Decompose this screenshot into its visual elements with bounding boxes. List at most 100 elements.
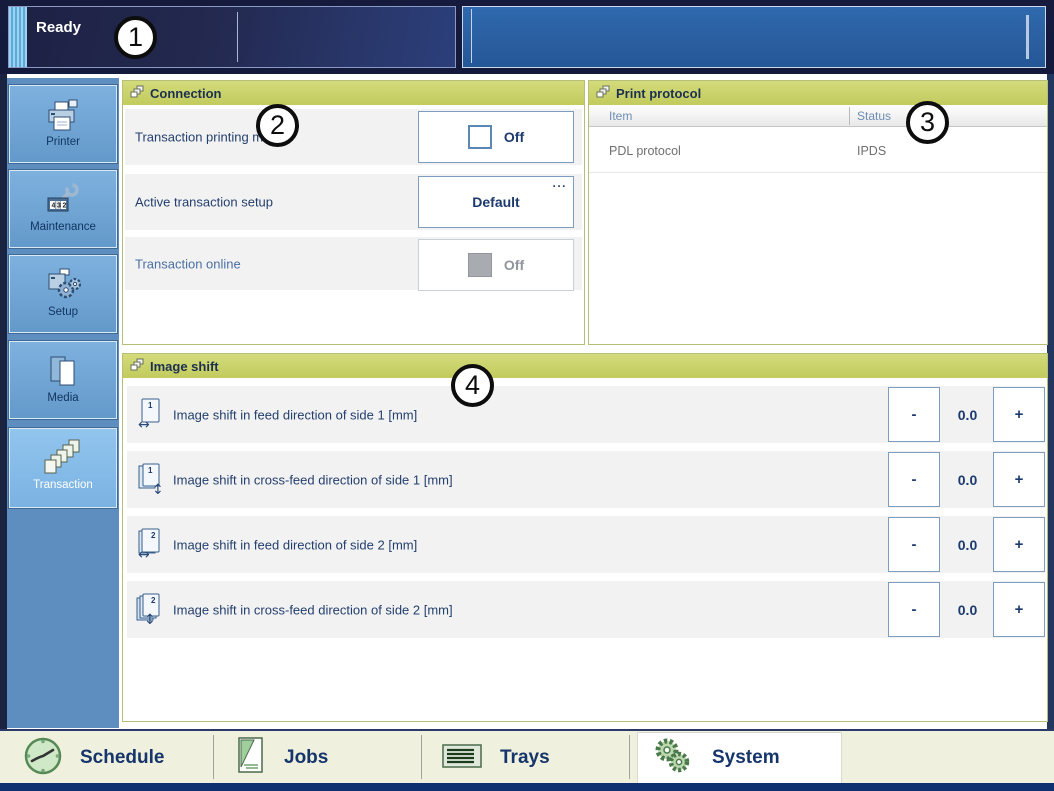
- button-value-label: Default: [472, 194, 520, 210]
- print-protocol-panel-header: Print protocol: [589, 81, 1047, 105]
- image-shift-label: Image shift in cross-feed direction of s…: [173, 472, 453, 487]
- table-column-header: Item Status: [589, 105, 1047, 127]
- status-panel[interactable]: Ready: [8, 6, 456, 68]
- maintenance-icon: 4 3 2: [9, 170, 117, 218]
- secondary-panel-divider-left: [471, 9, 472, 63]
- shift-value: 0.0: [957, 406, 978, 423]
- top-status-bar: Ready: [0, 0, 1054, 74]
- svg-text:↔: ↔: [138, 417, 150, 432]
- setting-label: Transaction online: [135, 256, 241, 271]
- callout-3: 3: [906, 101, 949, 144]
- active-transaction-setup-button[interactable]: ... Default: [418, 176, 574, 228]
- ellipsis-more-indicator: ...: [552, 176, 567, 190]
- shift-crossfeed-side2-icon: 2 ↕: [135, 593, 165, 632]
- image-shift-label: Image shift in cross-feed direction of s…: [173, 602, 453, 617]
- image-shift-row: 1 ↔ Image shift in feed direction of sid…: [127, 386, 1045, 443]
- decrease-button[interactable]: -: [888, 387, 940, 442]
- callout-2: 2: [256, 104, 299, 147]
- decrease-button[interactable]: -: [888, 517, 940, 572]
- window-frame-right: [1047, 74, 1054, 791]
- tab-separator: [629, 735, 630, 779]
- svg-text:1: 1: [148, 466, 153, 475]
- window-frame-bottom: [0, 783, 1054, 791]
- shift-value: 0.0: [957, 471, 978, 488]
- image-shift-row: 2 ↔ Image shift in feed direction of sid…: [127, 516, 1045, 573]
- tab-label: Jobs: [284, 747, 329, 768]
- increase-button[interactable]: +: [993, 452, 1045, 507]
- tab-label: Trays: [500, 747, 550, 768]
- schedule-clock-icon: [22, 735, 64, 782]
- status-accent-stripe: [9, 7, 27, 67]
- cascade-pages-icon: [596, 85, 610, 101]
- indicator-square: [467, 253, 492, 277]
- printer-icon: [9, 85, 117, 133]
- checkbox-unchecked[interactable]: [467, 125, 492, 149]
- sidebar-item-label: Maintenance: [30, 221, 96, 233]
- row-item-value: PDL protocol: [609, 144, 681, 158]
- sidebar-item-maintenance[interactable]: 4 3 2 Maintenance: [8, 169, 118, 249]
- toggle-state-label: Off: [503, 129, 525, 145]
- sidebar-item-printer[interactable]: Printer: [8, 84, 118, 164]
- sidebar-item-label: Media: [47, 392, 79, 404]
- svg-text:2: 2: [151, 596, 156, 605]
- sidebar: Printer 4 3 2 Maintenance Setup Media Tr…: [7, 78, 119, 728]
- increase-button[interactable]: +: [993, 582, 1045, 637]
- tab-system[interactable]: System: [637, 732, 842, 783]
- sidebar-item-media[interactable]: Media: [8, 340, 118, 420]
- column-status: Status: [857, 109, 892, 123]
- window-frame-left: [0, 74, 7, 791]
- panel-title: Connection: [150, 85, 222, 101]
- decrease-button[interactable]: -: [888, 582, 940, 637]
- setting-row: Transaction printing mode Off: [125, 109, 582, 165]
- app-window: Ready Printer 4 3 2 Maintenance Setup Me…: [0, 0, 1054, 791]
- svg-text:2: 2: [151, 531, 156, 540]
- status-panel-divider: [237, 12, 238, 62]
- sidebar-item-label: Transaction: [33, 479, 93, 491]
- row-status-value: IPDS: [857, 144, 887, 158]
- bottom-tab-bar: Schedule Jobs Trays System: [0, 729, 1054, 783]
- transaction-icon: [9, 428, 117, 476]
- tab-label: Schedule: [80, 747, 165, 768]
- status-text: Ready: [36, 19, 82, 36]
- tab-separator: [421, 735, 422, 779]
- cascade-pages-icon: [130, 358, 144, 374]
- svg-text:↕: ↕: [144, 612, 156, 627]
- svg-text:↔: ↔: [138, 547, 150, 562]
- jobs-document-icon: [232, 735, 268, 782]
- table-row[interactable]: PDL protocol IPDS: [589, 127, 1047, 173]
- sidebar-item-transaction[interactable]: Transaction: [8, 427, 118, 509]
- connection-panel: Connection Transaction printing mode Off…: [122, 80, 585, 345]
- connection-panel-header: Connection: [123, 81, 584, 105]
- image-shift-panel: Image shift 1 ↔ Image shift in feed dire…: [122, 353, 1048, 722]
- system-gears-icon: [652, 736, 696, 781]
- shift-feed-side2-icon: 2 ↔: [135, 528, 165, 567]
- tab-trays[interactable]: Trays: [426, 735, 626, 781]
- tab-separator: [213, 735, 214, 779]
- media-icon: [9, 341, 117, 389]
- panel-title: Print protocol: [616, 85, 702, 101]
- svg-text:1: 1: [148, 401, 153, 410]
- tab-jobs[interactable]: Jobs: [218, 735, 418, 781]
- setting-row: Active transaction setup ... Default: [125, 174, 582, 230]
- decrease-button[interactable]: -: [888, 452, 940, 507]
- setting-row: Transaction online Off: [125, 237, 582, 291]
- callout-4: 4: [451, 364, 494, 407]
- svg-text:3: 3: [57, 203, 61, 210]
- increase-button[interactable]: +: [993, 517, 1045, 572]
- shift-value: 0.0: [957, 601, 978, 618]
- shift-feed-side1-icon: 1 ↔: [135, 398, 165, 437]
- image-shift-label: Image shift in feed direction of side 1 …: [173, 407, 418, 422]
- sidebar-item-setup[interactable]: Setup: [8, 254, 118, 334]
- tab-label: System: [712, 747, 780, 768]
- tab-schedule[interactable]: Schedule: [8, 735, 210, 781]
- svg-text:↕: ↕: [152, 482, 164, 497]
- shift-crossfeed-side1-icon: 1 ↕: [135, 463, 165, 502]
- increase-button[interactable]: +: [993, 387, 1045, 442]
- transaction-printing-mode-toggle[interactable]: Off: [418, 111, 574, 163]
- svg-text:4: 4: [52, 203, 56, 210]
- secondary-status-panel[interactable]: [462, 6, 1046, 68]
- image-shift-row: 2 ↕ Image shift in cross-feed direction …: [127, 581, 1045, 638]
- cascade-pages-icon: [130, 85, 144, 101]
- trays-icon: [440, 740, 484, 777]
- transaction-online-indicator: Off: [418, 239, 574, 291]
